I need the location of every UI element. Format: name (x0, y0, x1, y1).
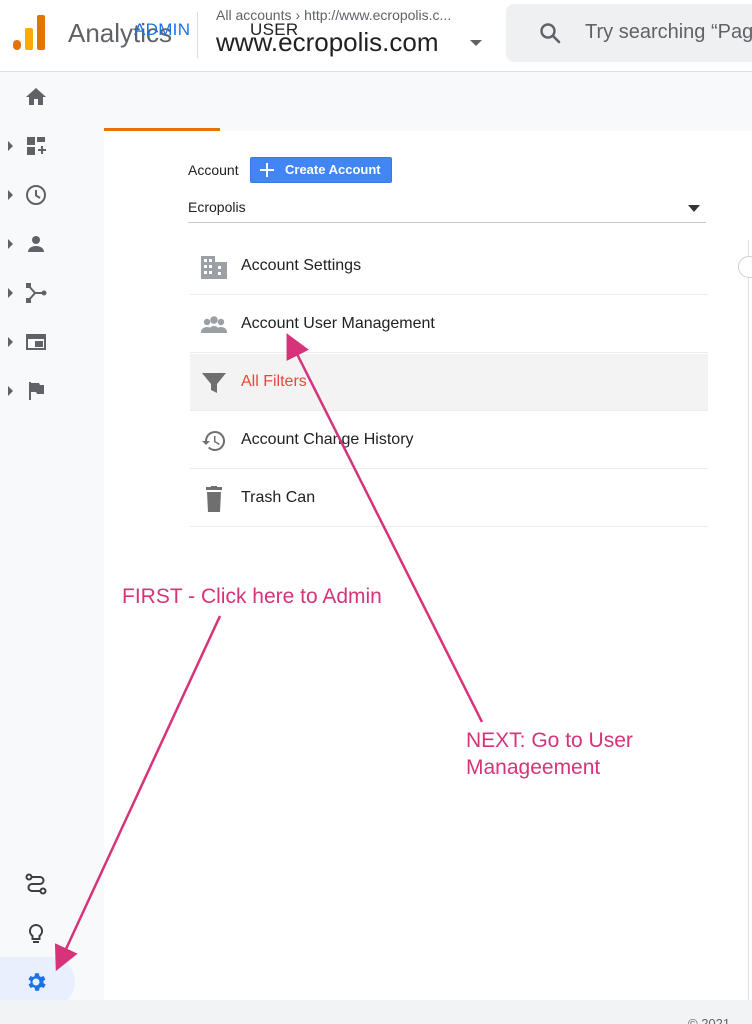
nav-item-admin[interactable] (0, 966, 70, 998)
annotation-next: NEXT: Go to User Manageement (466, 727, 726, 781)
menu-item-account-settings[interactable]: Account Settings (190, 238, 708, 295)
annotation-first: FIRST - Click here to Admin (122, 585, 382, 608)
clock-icon (26, 185, 46, 205)
gear-icon (28, 973, 46, 991)
footer-copyright: © 2021 (688, 1016, 731, 1024)
account-dropdown[interactable]: Ecropolis (188, 193, 706, 223)
footer (0, 1000, 752, 1024)
menu-item-all-filters[interactable]: All Filters (190, 354, 708, 411)
menu-item-account-user-management[interactable]: Account User Management (190, 296, 708, 353)
menu-item-label: Account User Management (241, 315, 435, 332)
nav-item-attribution[interactable] (0, 868, 70, 900)
nav-item-discover[interactable] (0, 918, 70, 950)
analytics-logo-icon[interactable] (12, 14, 46, 52)
filter-icon (202, 373, 226, 393)
nav-item-realtime[interactable] (0, 179, 70, 211)
trash-icon (206, 486, 222, 512)
annotation-next-line1: NEXT: Go to User (466, 729, 633, 752)
top-bar: Analytics All accounts › http://www.ecropo… (0, 0, 752, 72)
search-icon (540, 23, 561, 44)
create-account-button[interactable]: Create Account (250, 157, 392, 183)
account-column-label: Account (188, 162, 239, 178)
account-dropdown-value: Ecropolis (188, 199, 246, 215)
annotation-next-line2: Manageement (466, 756, 601, 779)
menu-item-label: Account Settings (241, 257, 362, 274)
menu-item-trash-can[interactable]: Trash Can (190, 470, 708, 527)
expand-arrow-icon[interactable] (8, 141, 13, 151)
nav-item-customization[interactable] (0, 130, 70, 162)
expand-arrow-icon[interactable] (8, 239, 13, 249)
person-icon (28, 236, 44, 252)
tab-user[interactable]: USER (250, 20, 298, 40)
nav-item-audience[interactable] (0, 228, 70, 260)
menu-item-label: Trash Can (241, 489, 316, 506)
menu-item-label: All Filters (241, 373, 307, 390)
acquisition-icon (26, 283, 47, 303)
expand-arrow-icon[interactable] (8, 288, 13, 298)
home-icon (26, 88, 46, 105)
expand-arrow-icon[interactable] (8, 190, 13, 200)
menu-item-label: Account Change History (241, 431, 414, 448)
history-icon (202, 430, 226, 451)
nav-item-acquisition[interactable] (0, 277, 70, 309)
left-navigation (0, 72, 104, 1000)
plus-icon (260, 163, 274, 177)
dashboard-icon (27, 137, 46, 155)
tab-admin[interactable]: ADMIN (134, 20, 190, 40)
panel-divider (748, 240, 749, 1000)
admin-tabs (104, 72, 752, 132)
caret-down-icon[interactable] (470, 40, 482, 46)
route-icon (25, 873, 47, 895)
create-account-label: Create Account (285, 162, 381, 177)
nav-item-conversions[interactable] (0, 375, 70, 407)
behavior-icon (26, 334, 46, 350)
header-divider (197, 12, 198, 58)
flag-icon (29, 382, 44, 400)
building-icon (201, 256, 227, 279)
search-input[interactable]: Try searching “Pag (585, 21, 752, 44)
people-icon (201, 316, 227, 333)
menu-item-account-change-history[interactable]: Account Change History (190, 412, 708, 469)
breadcrumb-property-url[interactable]: http://www.ecropolis.c... (304, 7, 451, 23)
caret-down-icon[interactable] (688, 205, 700, 212)
expand-arrow-icon[interactable] (8, 337, 13, 347)
nav-item-home[interactable] (0, 81, 70, 113)
lightbulb-icon (28, 923, 44, 943)
nav-item-behavior[interactable] (0, 326, 70, 358)
expand-arrow-icon[interactable] (8, 386, 13, 396)
